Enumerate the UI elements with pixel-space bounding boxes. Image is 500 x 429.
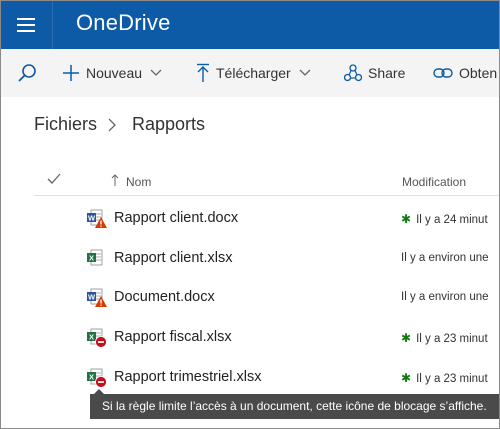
get-link-label: Obten — [459, 65, 498, 81]
file-modified: ✱ Il y a 23 minut — [401, 331, 488, 345]
command-bar: Nouveau Télécharger Share Obten — [1, 49, 499, 97]
new-label: Nouveau — [86, 65, 143, 81]
file-name[interactable]: Document.docx — [114, 289, 215, 305]
excel-file-icon: X — [87, 368, 107, 388]
svg-text:W: W — [88, 293, 96, 302]
share-button[interactable]: Share — [344, 49, 405, 97]
file-name[interactable]: Rapport fiscal.xlsx — [114, 329, 232, 345]
link-icon — [433, 68, 453, 78]
svg-text:X: X — [89, 373, 94, 382]
menu-icon — [17, 18, 35, 20]
file-name[interactable]: Rapport client.xlsx — [114, 250, 232, 266]
svg-text:W: W — [88, 214, 96, 223]
upload-button[interactable]: Télécharger — [196, 49, 311, 97]
share-label: Share — [368, 65, 406, 81]
file-modified: ✱Il y a environ une — [401, 291, 489, 303]
new-file-star-icon: ✱ — [401, 331, 412, 345]
svg-text:X: X — [89, 333, 94, 342]
chevron-right-icon — [108, 118, 116, 132]
word-file-icon: W — [87, 288, 107, 307]
app-launcher-button[interactable] — [1, 1, 53, 49]
new-file-star-icon: ✱ — [401, 371, 412, 385]
modified-text: Il y a environ une — [401, 291, 489, 303]
word-file-icon: W — [87, 209, 107, 228]
modified-text: Il y a 23 minut — [416, 373, 488, 385]
app-title[interactable]: OneDrive — [76, 10, 171, 36]
excel-file-icon: X — [87, 249, 103, 266]
new-file-star-icon: ✱ — [401, 212, 412, 226]
file-modified: ✱ Il y a 24 minut — [401, 212, 488, 226]
modified-text: Il y a 23 minut — [416, 333, 488, 345]
menu-icon-bar — [17, 30, 35, 32]
list-item[interactable]: W Rapport client.docx ✱ Il y a 24 minut — [34, 198, 499, 238]
select-all-checkmark-icon[interactable] — [47, 173, 61, 185]
breadcrumb-root[interactable]: Fichiers — [34, 114, 97, 135]
blocked-icon-tooltip: Si la règle limite l’accès à un document… — [90, 389, 499, 419]
list-header: Nom Modification — [1, 167, 499, 195]
menu-icon-bar — [17, 24, 35, 26]
onedrive-window: OneDrive Nouveau Télécharger Share Obten… — [0, 0, 500, 429]
modified-text: Il y a environ une — [401, 252, 489, 264]
file-modified: ✱Il y a environ une — [401, 252, 489, 264]
column-header-modified[interactable]: Modification — [402, 175, 466, 189]
breadcrumb-current: Rapports — [132, 114, 206, 134]
blocked-icon — [95, 376, 107, 388]
share-icon — [344, 64, 362, 82]
new-button[interactable]: Nouveau — [62, 49, 162, 97]
get-link-button[interactable]: Obten — [433, 49, 497, 97]
svg-text:X: X — [89, 254, 94, 263]
upload-icon — [197, 63, 209, 82]
modified-text: Il y a 24 minut — [416, 214, 488, 226]
plus-icon — [63, 65, 79, 81]
column-header-name[interactable]: Nom — [126, 175, 151, 189]
file-modified: ✱ Il y a 23 minut — [401, 371, 488, 385]
file-name[interactable]: Rapport trimestriel.xlsx — [114, 369, 261, 385]
suite-bar: OneDrive — [1, 1, 499, 49]
search-icon — [18, 64, 36, 82]
chevron-down-icon — [299, 69, 311, 76]
sort-ascending-icon — [111, 174, 119, 186]
list-item[interactable]: W Document.docx ✱Il y a environ une — [34, 277, 499, 317]
list-item[interactable]: X Rapport fiscal.xlsx ✱ Il y a 23 minut — [34, 317, 499, 357]
upload-label: Télécharger — [216, 65, 291, 81]
list-item[interactable]: X Rapport client.xlsx ✱Il y a environ un… — [34, 238, 499, 278]
file-name[interactable]: Rapport client.docx — [114, 210, 238, 226]
chevron-down-icon — [150, 69, 162, 76]
excel-file-icon: X — [87, 328, 107, 348]
search-button[interactable] — [17, 49, 37, 97]
blocked-icon — [95, 336, 107, 348]
header-divider — [34, 195, 499, 196]
